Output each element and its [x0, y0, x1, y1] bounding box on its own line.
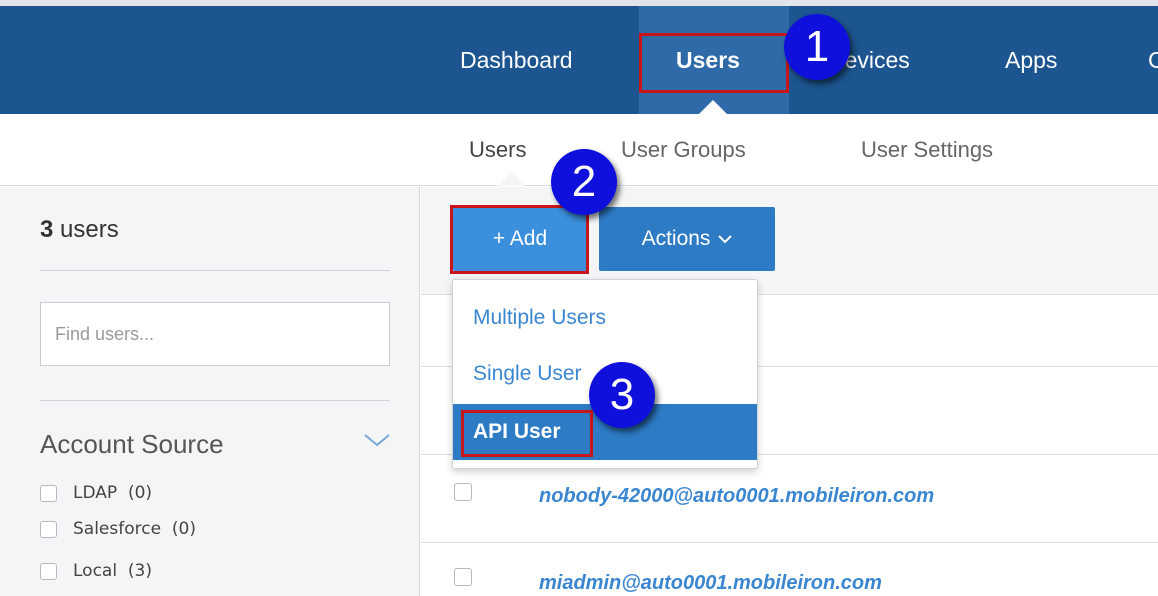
row-checkbox[interactable]: [454, 568, 472, 586]
nav-item-apps[interactable]: Apps: [1005, 6, 1057, 114]
account-source-heading: Account Source: [40, 429, 224, 459]
highlight-users-tab: [639, 33, 789, 93]
nav-active-caret: [699, 100, 727, 114]
menu-item-multiple-users[interactable]: Multiple Users: [453, 290, 757, 346]
user-count-label: users: [60, 216, 119, 243]
user-count: 3 users: [40, 216, 119, 244]
facet-option-salesforce[interactable]: Salesforce (0): [40, 519, 196, 543]
step-marker-1: 1: [784, 14, 850, 80]
highlight-api-user: [461, 410, 593, 457]
user-email-link[interactable]: nobody-42000@auto0001.mobileiron.com: [539, 485, 934, 508]
user-count-number: 3: [40, 216, 54, 243]
actions-button-label: Actions: [641, 227, 711, 250]
subnav-tab-user-groups[interactable]: User Groups: [621, 114, 746, 186]
sidebar-divider: [40, 270, 390, 271]
nav-item-dashboard[interactable]: Dashboard: [460, 6, 573, 114]
nav-item-truncated[interactable]: C: [1148, 6, 1158, 114]
sidebar-divider: [40, 400, 390, 401]
find-users-input[interactable]: [40, 302, 390, 366]
step-marker-2: 2: [551, 149, 617, 215]
top-edge: [0, 0, 1158, 6]
chevron-down-icon: [718, 235, 733, 244]
user-email-link[interactable]: miadmin@auto0001.mobileiron.com: [539, 572, 882, 595]
row-checkbox[interactable]: [454, 483, 472, 501]
chevron-down-icon[interactable]: [362, 430, 392, 450]
subnav-tab-user-settings[interactable]: User Settings: [861, 114, 993, 186]
checkbox[interactable]: [40, 520, 57, 538]
row-divider: [421, 542, 1158, 543]
facet-option-label: Salesforce (0): [73, 519, 196, 539]
checkbox[interactable]: [40, 484, 57, 502]
highlight-add-button: [450, 205, 589, 274]
actions-button[interactable]: Actions: [599, 207, 775, 271]
facet-option-ldap[interactable]: LDAP (0): [40, 483, 152, 507]
facet-option-label: LDAP (0): [73, 483, 153, 503]
filter-sidebar: 3 users Account Source LDAP (0) Salesfor…: [0, 187, 420, 596]
step-marker-3: 3: [589, 362, 655, 428]
facet-option-local[interactable]: Local (3): [40, 561, 152, 585]
checkbox[interactable]: [40, 562, 57, 580]
facet-option-label: Local (3): [73, 561, 152, 581]
subnav-active-caret: [497, 172, 525, 186]
top-nav-bar: [0, 6, 1158, 114]
